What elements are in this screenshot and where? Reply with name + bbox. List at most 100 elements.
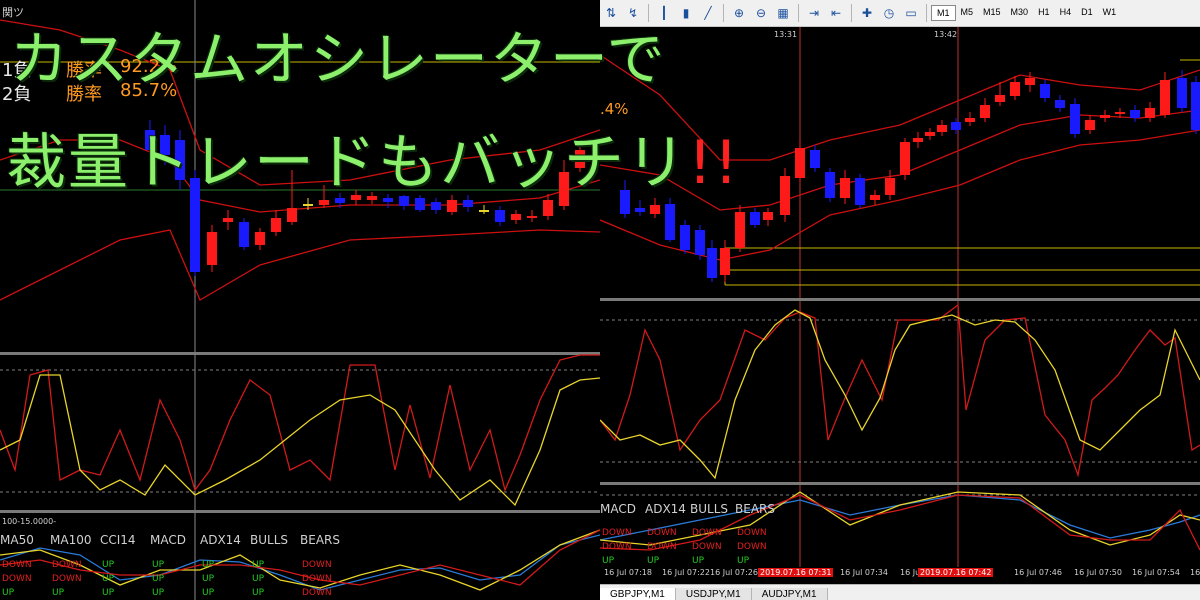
left-indicator-adx14: ADX14 <box>200 533 241 547</box>
right-pane-divider <box>600 298 1200 301</box>
right-candle <box>720 248 730 275</box>
left-candle <box>207 232 217 265</box>
left-lower-band <box>0 229 600 301</box>
right-candle <box>925 132 935 136</box>
timeframe-w1[interactable]: W1 <box>1098 5 1122 21</box>
templates-icon[interactable]: ▭ <box>902 4 920 22</box>
timeframe-m15[interactable]: M15 <box>978 5 1006 21</box>
left-signal: UP <box>252 560 265 570</box>
left-indicator-bulls: BULLS <box>250 533 289 547</box>
right-candle <box>1010 82 1020 96</box>
tab-usdjpy-m1[interactable]: USDJPY,M1 <box>675 588 752 600</box>
right-candle <box>1055 100 1065 108</box>
left-candle <box>303 204 313 206</box>
right-candle <box>795 148 805 178</box>
left-candle <box>479 210 489 212</box>
right-candle <box>1070 104 1080 134</box>
left-candle <box>431 202 441 210</box>
time-axis-label: 16 Jul 07:26 <box>710 568 758 577</box>
chart-tabs: GBPJPY,M1 USDJPY,M1 AUDJPY,M1 <box>600 584 1200 600</box>
right-candle <box>650 205 660 214</box>
left-indicator-macd: MACD <box>150 533 186 547</box>
right-candle <box>980 105 990 118</box>
right-candle <box>870 195 880 200</box>
left-candle <box>287 208 297 222</box>
left-signal: UP <box>2 588 15 598</box>
tab-audjpy-m1[interactable]: AUDJPY,M1 <box>751 588 828 600</box>
vline-time-1: 13:31 <box>774 30 798 39</box>
left-candle <box>255 232 265 245</box>
left-signal: UP <box>252 588 265 598</box>
right-candle <box>1177 78 1187 108</box>
left-signal: DOWN <box>302 560 332 570</box>
time-axis-label: 16 Jul 07:34 <box>840 568 888 577</box>
headline-line-2-text: 裁量トレードもバッチリ <box>6 128 688 198</box>
headline-exclamation: !! <box>688 128 741 198</box>
left-signal: UP <box>202 560 215 570</box>
time-axis-highlight-label: 2019.07.16 07:31 <box>758 568 834 577</box>
timeframe-m5[interactable]: M5 <box>956 5 979 21</box>
left-signal: UP <box>52 588 65 598</box>
line-chart-icon[interactable]: ╱ <box>699 4 717 22</box>
chart-shift-icon[interactable]: ⇤ <box>827 4 845 22</box>
right-signal: DOWN <box>692 542 722 552</box>
right-candle <box>1115 112 1125 114</box>
right-signal: UP <box>692 556 705 566</box>
right-signal: DOWN <box>647 528 677 538</box>
right-indicator-adx14: ADX14 <box>645 502 686 516</box>
time-axis: 16 Jul 07:18 16 Jul 07:22 16 Jul 07:26 2019… <box>600 567 1200 581</box>
right-candle <box>1040 84 1050 98</box>
left-candle <box>463 200 473 207</box>
right-macd-yellow <box>600 491 1200 546</box>
left-indicator-ma50: MA50 <box>0 533 34 547</box>
headline-line-1: カスタムオシレーターで <box>10 25 667 93</box>
tab-gbpjpy-m1[interactable]: GBPJPY,M1 <box>600 588 676 600</box>
left-indicator-ma100: MA100 <box>50 533 92 547</box>
left-signal: UP <box>202 574 215 584</box>
time-axis-highlight-label: 2019.07.16 07:42 <box>918 568 994 577</box>
zoom-in-icon[interactable]: ⊕ <box>730 4 748 22</box>
tile-windows-icon[interactable]: ▦ <box>774 4 792 22</box>
left-pane-divider <box>0 352 600 355</box>
right-candle <box>900 142 910 175</box>
right-candle <box>810 150 820 168</box>
timeframe-d1[interactable]: D1 <box>1076 5 1098 21</box>
left-signal: DOWN <box>302 574 332 584</box>
time-axis-label: 16 Jul 07:46 <box>1014 568 1062 577</box>
left-signal: DOWN <box>52 560 82 570</box>
right-candle <box>1130 110 1140 118</box>
left-signal: UP <box>252 574 265 584</box>
timeframe-m1[interactable]: M1 <box>931 5 956 21</box>
left-signal: DOWN <box>52 574 82 584</box>
right-candle <box>763 212 773 220</box>
left-candle <box>527 216 537 218</box>
left-signal: UP <box>152 560 165 570</box>
left-signal: UP <box>202 588 215 598</box>
time-axis-label: 16 Jul 07:50 <box>1074 568 1122 577</box>
zoom-out-icon[interactable]: ⊖ <box>752 4 770 22</box>
left-candle <box>511 214 521 220</box>
right-candle <box>913 138 923 142</box>
autoscroll-icon[interactable]: ⇥ <box>805 4 823 22</box>
right-candle <box>680 225 690 250</box>
right-indicator-bulls: BULLS <box>690 502 729 516</box>
periods-icon[interactable]: ◷ <box>880 4 898 22</box>
candlestick-icon[interactable]: ▮ <box>677 4 695 22</box>
right-indicator-macd: MACD <box>600 502 636 516</box>
right-candle <box>1100 115 1110 118</box>
right-chart-panel: ⇅ ↯ ┃ ▮ ╱ ⊕ ⊖ ▦ ⇥ ⇤ ✚ ◷ ▭ M1 M5 M15 M30 H1 H4… <box>600 0 1200 600</box>
indicators-icon[interactable]: ✚ <box>858 4 876 22</box>
right-signal: UP <box>737 556 750 566</box>
timeframe-h1[interactable]: H1 <box>1033 5 1055 21</box>
time-axis-label: 16 Jul <box>1190 568 1200 577</box>
time-axis-label: 16 Jul 07:22 <box>662 568 710 577</box>
timeframe-m30[interactable]: M30 <box>1006 5 1034 21</box>
right-candle <box>1085 120 1095 130</box>
right-signal: DOWN <box>602 542 632 552</box>
right-candle <box>707 248 717 278</box>
left-candle <box>223 218 233 222</box>
timeframe-h4[interactable]: H4 <box>1055 5 1077 21</box>
mt4-toolbar: ⇅ ↯ ┃ ▮ ╱ ⊕ ⊖ ▦ ⇥ ⇤ ✚ ◷ ▭ M1 M5 M15 M30 H1 H4… <box>600 0 1200 27</box>
left-signal: DOWN <box>2 560 32 570</box>
right-candle <box>635 208 645 212</box>
